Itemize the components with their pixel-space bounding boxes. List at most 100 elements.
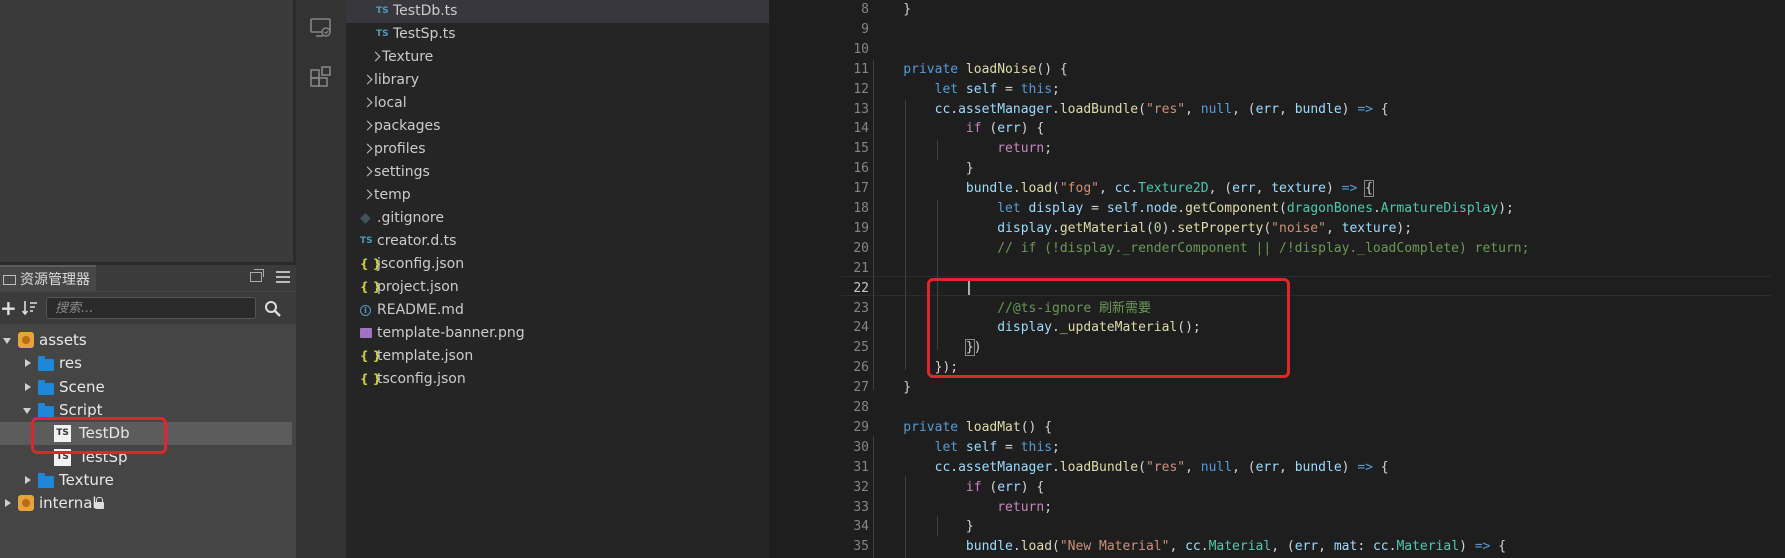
asset-folder-item[interactable]: internal [0,492,292,515]
chevron-right-icon[interactable] [362,166,373,177]
code-line[interactable]: } [872,378,1772,398]
asset-search-input[interactable] [46,297,256,319]
code-line[interactable]: } [872,159,1772,179]
explorer-folder-item[interactable]: library [346,69,769,92]
assets-toolbar: + [0,292,296,324]
code-line[interactable]: private loadMat() { [872,418,1772,438]
sort-icon[interactable] [22,300,38,316]
remote-explorer-icon[interactable] [309,16,333,40]
code-line[interactable]: if (err) { [872,478,1772,498]
explorer-folder-item[interactable]: temp [346,184,769,207]
explorer-folder-item[interactable]: Texture [346,46,769,69]
asset-folder-item[interactable]: res [0,352,292,375]
explorer-folder-item[interactable]: local [346,92,769,115]
explorer-folder-item[interactable]: settings [346,161,769,184]
code-line[interactable]: // if (!display._renderComponent || /!di… [872,239,1772,259]
git-file-icon: ◆ [360,210,371,226]
code-line[interactable]: let self = this; [872,80,1772,100]
code-token: . [1138,201,1146,216]
explorer-item-label: README.md [377,302,464,318]
code-line[interactable]: display.getMaterial(0).setProperty("nois… [872,219,1772,239]
explorer-item-label: TestSp.ts [393,26,456,42]
code-line[interactable]: private loadNoise() { [872,60,1772,80]
code-token: . [1130,181,1139,197]
code-token: err [997,121,1021,137]
code-token: self [965,439,998,455]
code-line[interactable] [872,40,1772,60]
menu-icon[interactable] [276,271,290,283]
popout-window-icon[interactable] [250,269,264,282]
chevron-right-icon[interactable] [362,97,373,108]
code-line[interactable]: } [872,517,1772,537]
code-token: err [997,479,1021,495]
code-line[interactable]: let self = this; [872,438,1772,458]
explorer-file-item[interactable]: ◆ .gitignore [346,207,769,230]
line-number: 32 [853,479,869,495]
activity-bar [296,0,346,558]
code-token: , [1185,101,1201,117]
code-token: texture [1271,181,1327,197]
line-number: 26 [853,360,869,376]
caret-right-icon[interactable] [25,359,31,368]
caret-down-icon[interactable] [3,338,11,344]
caret-right-icon[interactable] [5,499,11,508]
code-token: bundle [872,181,1013,197]
search-icon[interactable] [264,300,282,318]
assets-panel-title: 资源管理器 [20,272,90,288]
assets-panel-tab[interactable]: 资源管理器 [0,265,96,291]
chevron-right-icon[interactable] [362,74,373,85]
chevron-right-icon[interactable] [362,189,373,200]
asset-folder-item[interactable]: Scene [0,376,292,399]
explorer-file-item[interactable]: i README.md [346,299,769,322]
code-token: assetManager [958,459,1053,475]
code-token: Texture2D [1138,181,1209,197]
line-number: 14 [853,121,869,137]
chevron-right-icon[interactable] [362,120,373,131]
code-line[interactable]: cc.assetManager.loadBundle("res", null, … [872,100,1772,120]
caret-right-icon[interactable] [25,475,31,484]
explorer-file-item[interactable]: { } jsconfig.json [346,253,769,276]
add-asset-icon[interactable]: + [0,298,17,318]
chevron-right-icon[interactable] [362,143,373,154]
code-line[interactable]: if (err) { [872,119,1772,139]
explorer-folder-item[interactable]: packages [346,115,769,138]
code-line[interactable] [872,398,1772,418]
code-token: ) [1459,539,1475,555]
code-line[interactable]: return; [872,498,1772,518]
explorer-folder-item[interactable]: profiles [346,138,769,161]
explorer-file-item[interactable]: { } project.json [346,276,769,299]
folder-icon [3,275,16,285]
code-token: ); [1396,220,1413,236]
explorer-file-item[interactable]: { } tsconfig.json [346,368,769,391]
code-line[interactable]: bundle.load("fog", cc.Texture2D, (err, t… [872,179,1772,199]
code-token: = [1083,201,1107,216]
info-icon: i [360,305,371,316]
code-token: err [1255,101,1280,117]
explorer-file-item[interactable]: TS TestDb.ts [346,0,769,23]
explorer-file-item[interactable]: template-banner.png [346,322,769,345]
code-line[interactable]: } [872,0,1772,20]
code-token: => [1341,181,1358,197]
code-line[interactable] [872,20,1772,40]
code-line[interactable] [872,259,1772,279]
caret-down-icon[interactable] [23,407,31,414]
explorer-file-item[interactable]: { } template.json [346,345,769,368]
asset-folder-item[interactable]: assets [0,329,292,352]
code-token: { [1490,539,1507,555]
code-token: . [1200,539,1209,555]
folder-icon [38,472,54,488]
code-line[interactable]: return; [872,139,1772,159]
chevron-right-icon[interactable] [370,51,381,62]
line-number: 25 [853,340,869,356]
code-token: ( [1279,201,1287,216]
code-line[interactable]: cc.assetManager.loadBundle("res", null, … [872,458,1772,478]
explorer-file-item[interactable]: TS creator.d.ts [346,230,769,253]
code-line[interactable]: bundle.load("New Material", cc.Material,… [872,537,1772,557]
explorer-file-item[interactable]: TS TestSp.ts [346,23,769,46]
caret-right-icon[interactable] [25,382,31,391]
code-token: ) [1341,101,1358,117]
extensions-icon[interactable] [309,66,333,90]
code-token: getComponent [1185,201,1280,216]
asset-folder-item[interactable]: Texture [0,469,292,492]
code-line[interactable]: let display = self.node.getComponent(dra… [872,199,1772,219]
